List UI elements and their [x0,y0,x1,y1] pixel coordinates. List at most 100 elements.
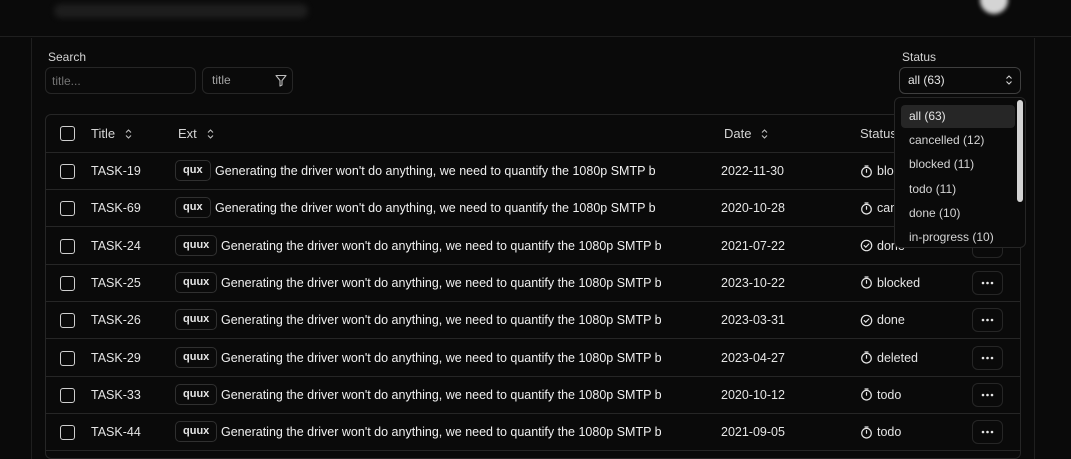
table-row: TASK-24 quux Generating the driver won't d… [46,228,1020,265]
top-bar [0,0,1071,37]
row-checkbox[interactable] [60,425,75,441]
status-option[interactable]: all (63) [901,105,1015,128]
sort-icon [762,128,768,139]
check-circle-icon [860,239,873,252]
task-id: TASK-19 [91,164,141,178]
search-input[interactable] [45,67,196,94]
row-actions-button[interactable] [972,382,1003,407]
table-row: TASK-69 qux Generating the driver won't do… [46,190,1020,228]
task-date: 2020-10-28 [721,201,785,216]
table-row: TASK-25 quux Generating the driver won't d… [46,265,1020,302]
ext-badge: qux [175,160,211,181]
status-option[interactable]: todo (11) [901,178,1015,201]
task-status: done [860,313,905,327]
table-header: Title Ext Date Status [46,115,1020,153]
task-date: 2020-10-12 [721,387,785,402]
task-id: TASK-33 [91,387,141,402]
task-title: Generating the driver won't do anything,… [221,275,661,290]
column-header-ext[interactable]: Ext [178,126,215,141]
scrollbar[interactable] [1017,100,1023,202]
task-title: Generating the driver won't do anything,… [221,425,661,440]
select-all-checkbox[interactable] [60,126,75,141]
timer-icon [860,164,873,178]
status-select-value: all (63) [908,73,945,87]
column-filter-value: title [212,73,231,87]
task-id: TASK-24 [91,238,141,253]
row-checkbox[interactable] [60,350,75,366]
timer-icon [860,425,873,439]
table-row: TASK-26 quux Generating the driver won't d… [46,302,1020,340]
row-checkbox[interactable] [60,387,75,403]
task-id: TASK-29 [91,350,141,365]
timer-icon [860,202,873,215]
timer-icon [860,388,873,401]
timer-icon [860,276,873,289]
ext-badge: quux [175,421,218,443]
search-label: Search [48,50,87,64]
more-horizontal-icon [981,430,994,434]
status-dropdown: all (63) cancelled (12) blocked (11) todo (… [894,97,1026,248]
task-date: 2023-04-27 [721,350,785,365]
ext-badge: quux [175,309,218,331]
column-header-status[interactable]: Status [860,126,897,141]
row-checkbox[interactable] [60,275,75,291]
status-text: todo [877,425,902,440]
column-header-title[interactable]: Title [91,126,133,141]
task-id: TASK-69 [91,201,141,216]
status-text: done [877,313,905,328]
chevron-up-down-icon [1006,75,1012,85]
task-date: 2022-11-30 [721,164,785,178]
row-checkbox[interactable] [60,201,75,217]
status-label: Status [902,50,937,64]
status-option[interactable]: cancelled (12) [901,129,1015,152]
ext-badge: quux [175,383,218,405]
more-horizontal-icon [981,281,994,285]
task-status: deleted [860,351,918,365]
task-status: blocked [860,276,920,290]
more-horizontal-icon [981,356,994,360]
task-date: 2023-10-22 [721,275,785,290]
more-horizontal-icon [981,318,994,322]
ext-badge: quux [175,271,218,293]
row-actions-button[interactable] [972,270,1003,295]
task-date: 2021-09-05 [721,425,785,440]
status-select[interactable]: all (63) [899,67,1021,94]
more-horizontal-icon [981,393,994,397]
row-actions-button[interactable] [972,345,1003,370]
column-header-date[interactable]: Date [724,126,769,141]
status-option[interactable]: done (10) [901,202,1015,225]
task-status: todo [860,388,901,402]
status-text: deleted [877,350,919,365]
table-row: TASK-19 qux Generating the driver won't do… [46,153,1020,190]
status-option[interactable]: in-progress (10) [901,226,1015,247]
ext-badge: qux [175,197,211,219]
row-checkbox[interactable] [60,313,75,329]
table-row: TASK-44 quux Generating the driver won't d… [46,414,1020,452]
task-id: TASK-26 [91,313,141,328]
task-date: 2021-07-22 [721,238,785,253]
ext-badge: quux [175,346,218,368]
task-title: Generating the driver won't do anything,… [221,313,661,328]
task-title: Generating the driver won't do anything,… [215,164,655,178]
task-title: Generating the driver won't do anything,… [215,201,655,216]
task-date: 2023-03-31 [721,313,785,328]
timer-icon [860,351,873,364]
row-checkbox[interactable] [60,164,75,179]
ext-badge: quux [175,234,218,256]
table-row: TASK-29 quux Generating the driver won't d… [46,340,1020,377]
row-actions-button[interactable] [972,308,1003,333]
row-actions-button[interactable] [972,420,1003,445]
tasks-table: Title Ext Date Status TASK-19 qux Generati… [45,114,1021,459]
blurred-header-text [54,4,308,18]
status-option[interactable]: blocked (11) [901,153,1015,176]
status-text: blocked [877,275,921,290]
status-text: todo [877,387,902,402]
filter-icon [275,74,287,87]
task-title: Generating the driver won't do anything,… [221,350,661,365]
sort-icon [125,128,132,139]
column-filter-select[interactable]: title [202,67,293,94]
task-title: Generating the driver won't do anything,… [221,238,661,253]
row-checkbox[interactable] [60,238,75,254]
task-id: TASK-44 [91,425,141,440]
avatar[interactable] [980,0,1008,14]
